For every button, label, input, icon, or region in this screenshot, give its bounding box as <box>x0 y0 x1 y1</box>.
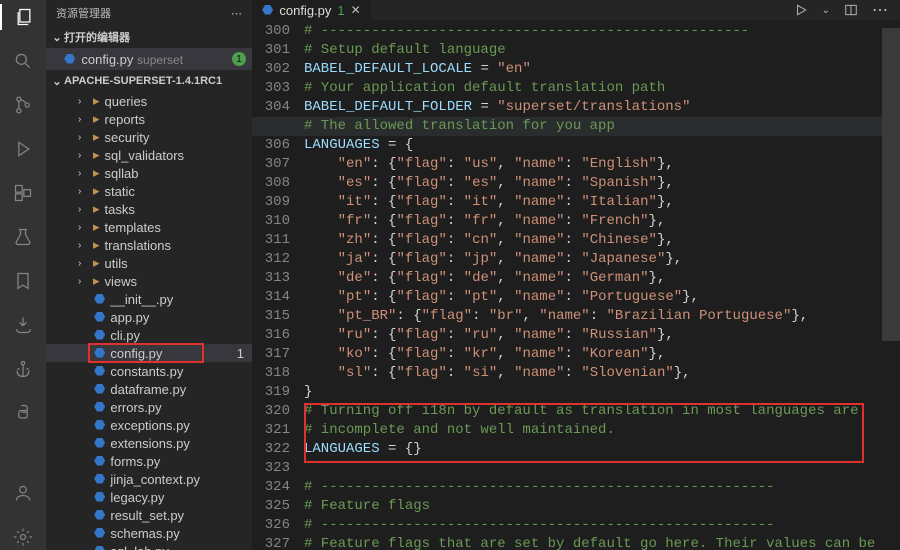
search-icon[interactable] <box>10 48 36 74</box>
folder-utils[interactable]: ›▸utils <box>46 254 252 272</box>
file-exceptions-py[interactable]: ⬣exceptions.py <box>46 416 252 434</box>
python-file-icon: ⬣ <box>64 51 75 67</box>
file-sql_lab-py[interactable]: ⬣sql_lab.py <box>46 542 252 550</box>
file-__init__-py[interactable]: ⬣__init__.py <box>46 290 252 308</box>
split-icon[interactable] <box>844 3 858 17</box>
files-icon[interactable] <box>0 4 46 30</box>
sidebar: 资源管理器 ⋯ ⌄ 打开的编辑器 ⬣ config.py superset 1 … <box>46 0 252 550</box>
source-control-icon[interactable] <box>10 92 36 118</box>
folder-queries[interactable]: ›▸queries <box>46 92 252 110</box>
close-icon[interactable]: ✕ <box>351 3 361 17</box>
file-legacy-py[interactable]: ⬣legacy.py <box>46 488 252 506</box>
bookmark-icon[interactable] <box>10 268 36 294</box>
folder-sql_validators[interactable]: ›▸sql_validators <box>46 146 252 164</box>
file-schemas-py[interactable]: ⬣schemas.py <box>46 524 252 542</box>
code-editor[interactable]: 3003013023033043053063073083093103113123… <box>252 20 900 550</box>
open-editor-item[interactable]: ⬣ config.py superset 1 <box>46 48 252 70</box>
minimap[interactable] <box>882 28 900 550</box>
modified-badge: 1 <box>232 52 246 66</box>
file-cli-py[interactable]: ⬣cli.py <box>46 326 252 344</box>
editor-area: ⬣ config.py 1 ✕ ⌄ ⋯ 30030130230330430530… <box>252 0 900 550</box>
open-editors-header[interactable]: ⌄ 打开的编辑器 <box>46 26 252 48</box>
file-config-py[interactable]: ⬣config.py1 <box>46 344 252 362</box>
file-errors-py[interactable]: ⬣errors.py <box>46 398 252 416</box>
file-forms-py[interactable]: ⬣forms.py <box>46 452 252 470</box>
folder-static[interactable]: ›▸static <box>46 182 252 200</box>
folder-translations[interactable]: ›▸translations <box>46 236 252 254</box>
testing-icon[interactable] <box>10 224 36 250</box>
file-extensions-py[interactable]: ⬣extensions.py <box>46 434 252 452</box>
run-dropdown-icon[interactable]: ⌄ <box>822 5 830 16</box>
folder-tasks[interactable]: ›▸tasks <box>46 200 252 218</box>
tab-config[interactable]: ⬣ config.py 1 ✕ <box>252 0 371 20</box>
python-file-icon: ⬣ <box>262 2 273 18</box>
anchor-icon[interactable] <box>10 356 36 382</box>
more-icon[interactable]: ⋯ <box>872 0 888 20</box>
more-icon[interactable]: ⋯ <box>231 7 242 20</box>
debug-icon[interactable] <box>10 136 36 162</box>
sidebar-title: 资源管理器 ⋯ <box>46 0 252 26</box>
file-constants-py[interactable]: ⬣constants.py <box>46 362 252 380</box>
folder-views[interactable]: ›▸views <box>46 272 252 290</box>
account-icon[interactable] <box>10 480 36 506</box>
folder-templates[interactable]: ›▸templates <box>46 218 252 236</box>
run-icon[interactable] <box>794 3 808 17</box>
gear-icon[interactable] <box>10 524 36 550</box>
project-header[interactable]: ⌄ APACHE-SUPERSET-1.4.1RC1 <box>46 70 252 92</box>
file-dataframe-py[interactable]: ⬣dataframe.py <box>46 380 252 398</box>
cloud-icon[interactable] <box>10 312 36 338</box>
file-app-py[interactable]: ⬣app.py <box>46 308 252 326</box>
folder-sqllab[interactable]: ›▸sqllab <box>46 164 252 182</box>
folder-security[interactable]: ›▸security <box>46 128 252 146</box>
line-gutter: 3003013023033043053063073083093103113123… <box>252 20 304 550</box>
chevron-down-icon: ⌄ <box>50 31 64 44</box>
file-jinja_context-py[interactable]: ⬣jinja_context.py <box>46 470 252 488</box>
extensions-icon[interactable] <box>10 180 36 206</box>
folder-reports[interactable]: ›▸reports <box>46 110 252 128</box>
file-tree: ›▸queries›▸reports›▸security›▸sql_valida… <box>46 92 252 550</box>
activity-bar <box>0 0 46 550</box>
tab-bar: ⬣ config.py 1 ✕ ⌄ ⋯ <box>252 0 900 20</box>
chevron-down-icon: ⌄ <box>50 75 64 88</box>
python-icon[interactable] <box>10 400 36 426</box>
file-result_set-py[interactable]: ⬣result_set.py <box>46 506 252 524</box>
